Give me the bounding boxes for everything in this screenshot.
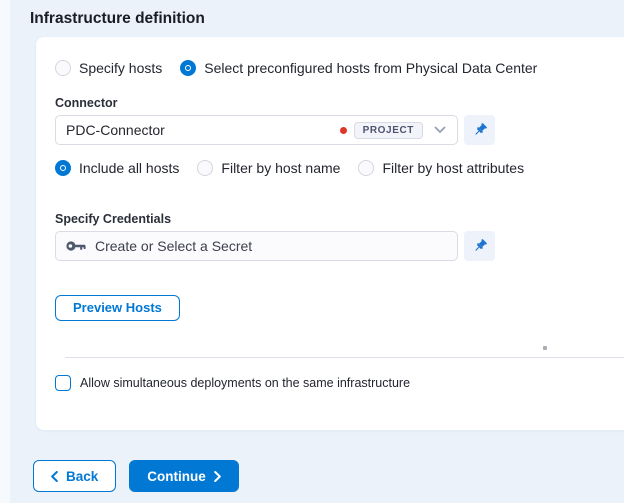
host-source-radio-group: Specify hosts Select preconfigured hosts… — [55, 60, 624, 76]
radio-label: Include all hosts — [79, 160, 180, 176]
infrastructure-definition-card: Specify hosts Select preconfigured hosts… — [36, 37, 624, 430]
radio-icon — [55, 60, 71, 76]
host-filter-radio-group: Include all hosts Filter by host name Fi… — [55, 160, 624, 176]
section-divider — [65, 357, 624, 358]
status-dot-icon — [339, 126, 347, 134]
chevron-right-icon — [213, 470, 221, 482]
radio-include-all-hosts[interactable]: Include all hosts — [55, 160, 179, 176]
radio-icon — [197, 160, 214, 176]
radio-filter-by-host-attributes[interactable]: Filter by host attributes — [358, 160, 524, 176]
continue-button-label: Continue — [147, 468, 206, 484]
connector-label: Connector — [55, 96, 118, 110]
radio-specify-hosts[interactable]: Specify hosts — [55, 60, 162, 76]
back-button[interactable]: Back — [33, 460, 117, 492]
scope-badge: PROJECT — [353, 121, 423, 139]
connector-value: PDC-Connector — [66, 122, 165, 138]
chevron-left-icon — [51, 470, 58, 482]
connector-runtime-pin-button[interactable] — [464, 115, 495, 145]
credentials-field-row: Create or Select a Secret — [55, 231, 624, 261]
radio-label: Select preconfigured hosts from Physical… — [204, 60, 538, 76]
radio-filter-by-host-name[interactable]: Filter by host name — [197, 160, 340, 176]
page-title: Infrastructure definition — [30, 10, 205, 27]
radio-selected-icon — [180, 60, 197, 76]
allow-simultaneous-checkbox[interactable] — [55, 375, 71, 391]
continue-button[interactable]: Continue — [129, 460, 239, 492]
pin-icon — [474, 239, 487, 251]
resize-grip-dot — [543, 346, 547, 350]
left-panel-edge — [0, 0, 10, 503]
allow-simultaneous-row: Allow simultaneous deployments on the sa… — [55, 375, 624, 391]
secret-select-field[interactable]: Create or Select a Secret — [55, 231, 458, 261]
credentials-label: Specify Credentials — [55, 212, 172, 226]
secret-placeholder: Create or Select a Secret — [95, 238, 253, 254]
radio-label: Filter by host attributes — [382, 160, 525, 176]
radio-select-preconfigured-hosts[interactable]: Select preconfigured hosts from Physical… — [180, 60, 537, 76]
connector-select-field[interactable]: PDC-Connector PROJECT — [55, 115, 458, 145]
key-icon — [66, 240, 87, 252]
connector-field-row: PDC-Connector PROJECT — [55, 115, 624, 145]
radio-label: Filter by host name — [221, 160, 341, 176]
back-button-label: Back — [66, 468, 99, 484]
credentials-runtime-pin-button[interactable] — [464, 231, 495, 261]
pin-icon — [474, 123, 487, 135]
allow-simultaneous-label: Allow simultaneous deployments on the sa… — [80, 376, 411, 390]
chevron-down-icon[interactable] — [423, 126, 457, 134]
preview-hosts-button[interactable]: Preview Hosts — [55, 295, 180, 321]
radio-selected-icon — [55, 160, 71, 176]
radio-icon — [358, 160, 375, 176]
radio-label: Specify hosts — [79, 60, 163, 76]
wizard-footer: Back Continue — [33, 460, 239, 492]
